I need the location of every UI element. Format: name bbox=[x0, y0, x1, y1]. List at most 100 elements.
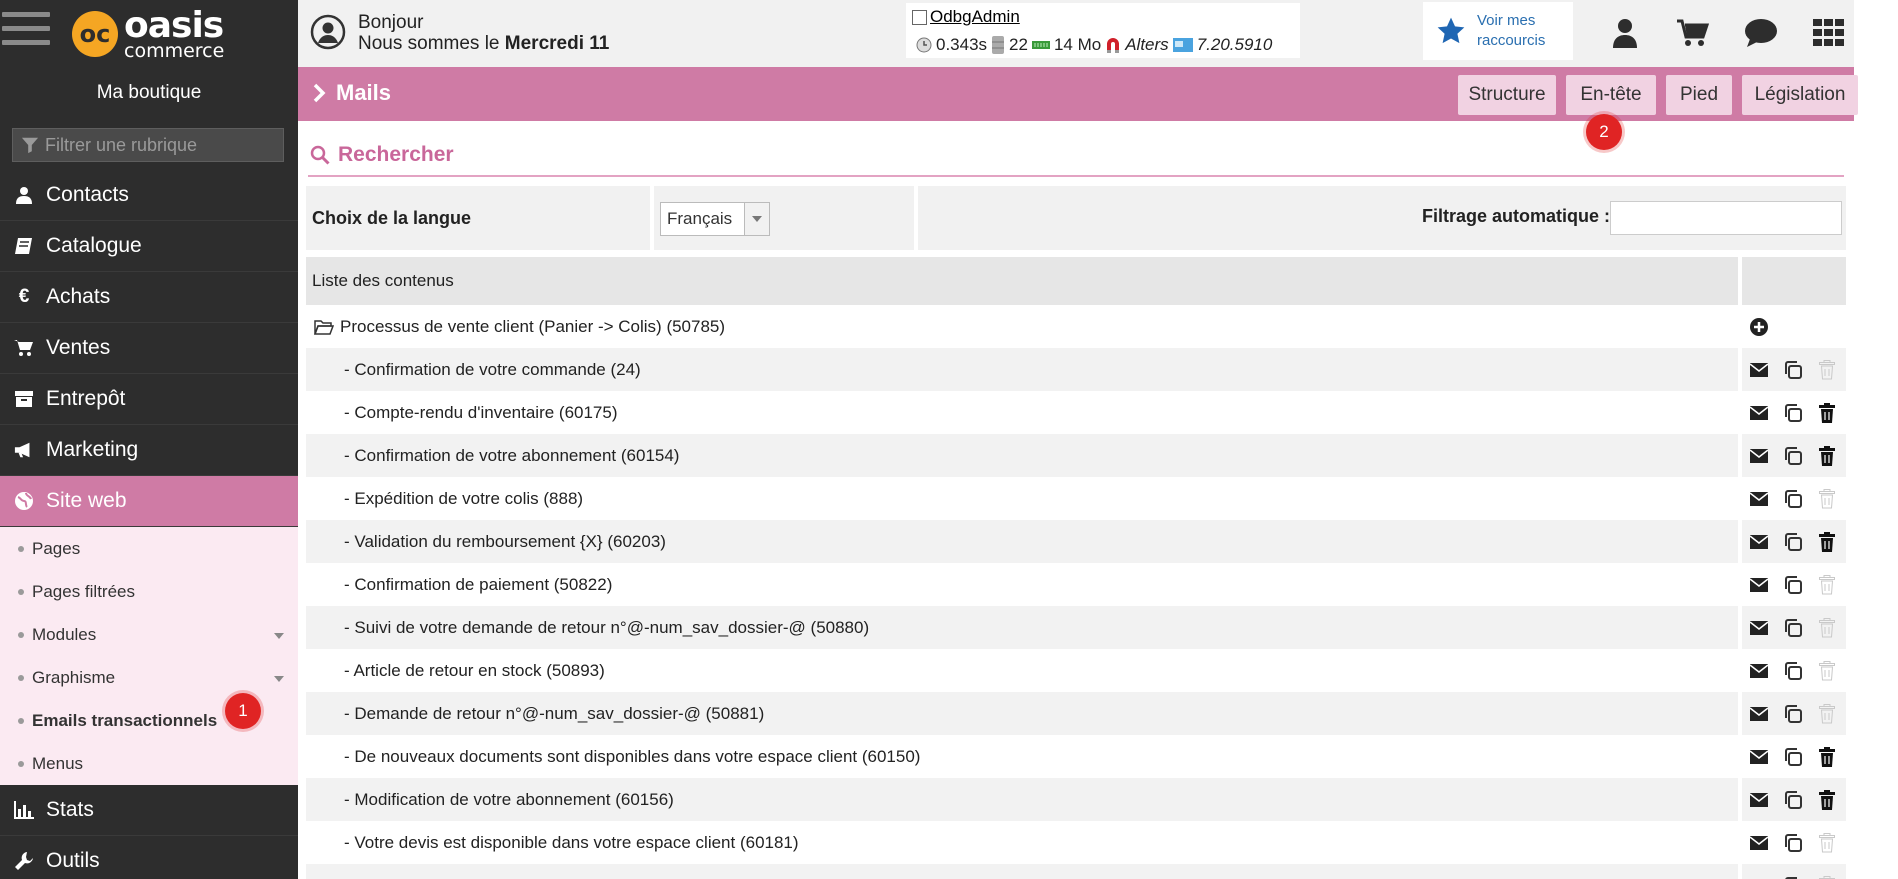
list-item[interactable]: - Expédition de votre colis (888) bbox=[306, 477, 1846, 520]
duplicate-icon[interactable] bbox=[1782, 445, 1804, 467]
sidebar-item-catalogue[interactable]: Catalogue bbox=[0, 221, 298, 272]
sidebar-item-achats[interactable]: € Achats bbox=[0, 272, 298, 323]
trash-icon[interactable] bbox=[1816, 789, 1838, 811]
page-header: Mails Structure En-tête Pied Législation bbox=[298, 67, 1858, 121]
debug-version: 7.20.5910 bbox=[1196, 35, 1273, 54]
submenu-item-modules[interactable]: Modules bbox=[0, 613, 298, 656]
duplicate-icon[interactable] bbox=[1782, 660, 1804, 682]
user-avatar-icon[interactable] bbox=[310, 14, 346, 50]
trash-icon[interactable] bbox=[1816, 445, 1838, 467]
list-item[interactable]: - Modification de votre abonnement (6015… bbox=[306, 778, 1846, 821]
sidebar-item-outils[interactable]: Outils bbox=[0, 836, 298, 879]
date-value: Mercredi 11 bbox=[504, 33, 610, 54]
list-item-label: - Compte-rendu d'inventaire (60175) bbox=[344, 402, 618, 422]
shortcuts-button[interactable]: Voir mes raccourcis bbox=[1423, 2, 1573, 60]
envelope-icon[interactable] bbox=[1748, 617, 1770, 639]
list-item[interactable]: - Article de retour en stock (50893) bbox=[306, 649, 1846, 692]
trash-icon bbox=[1816, 574, 1838, 596]
list-item[interactable]: - Confirmation de votre commande (24) bbox=[306, 348, 1846, 391]
sidebar-item-stats[interactable]: Stats bbox=[0, 785, 298, 836]
envelope-icon[interactable] bbox=[1748, 746, 1770, 768]
debug-memory: 14 Mo bbox=[1053, 35, 1102, 54]
duplicate-icon[interactable] bbox=[1782, 746, 1804, 768]
language-select[interactable]: Français bbox=[660, 202, 770, 236]
duplicate-icon[interactable] bbox=[1782, 617, 1804, 639]
list-item[interactable]: - Suivi de votre demande de retour n°@-n… bbox=[306, 606, 1846, 649]
duplicate-icon[interactable] bbox=[1782, 488, 1804, 510]
sidebar-item-entrep-t[interactable]: Entrepôt bbox=[0, 374, 298, 425]
logo[interactable]: oc oasis commerce bbox=[72, 6, 224, 62]
search-title[interactable]: Rechercher bbox=[338, 143, 454, 167]
list-item[interactable]: - Confirmation de paiement (50822) bbox=[306, 563, 1846, 606]
sidebar-item-contacts[interactable]: Contacts bbox=[0, 170, 298, 221]
bullet-icon bbox=[18, 717, 24, 724]
sidebar-item-label: Contacts bbox=[46, 183, 129, 206]
page-title: Mails bbox=[336, 80, 392, 105]
duplicate-icon[interactable] bbox=[1782, 875, 1804, 879]
list-item[interactable]: - De nouveaux documents sont disponibles… bbox=[306, 735, 1846, 778]
sidebar-item-site-web[interactable]: Site web bbox=[0, 476, 298, 527]
envelope-icon[interactable] bbox=[1748, 703, 1770, 725]
envelope-icon[interactable] bbox=[1748, 402, 1770, 424]
duplicate-icon[interactable] bbox=[1782, 359, 1804, 381]
list-item-label: - Validation du remboursement {X} (60203… bbox=[344, 531, 666, 551]
shop-name[interactable]: Ma boutique bbox=[0, 82, 298, 104]
envelope-icon[interactable] bbox=[1748, 445, 1770, 467]
memory-icon bbox=[1031, 41, 1050, 49]
submenu-item-graphisme[interactable]: Graphisme bbox=[0, 656, 298, 699]
auto-filter-input[interactable] bbox=[1610, 201, 1842, 235]
trash-icon[interactable] bbox=[1816, 402, 1838, 424]
envelope-icon[interactable] bbox=[1748, 531, 1770, 553]
cart-icon[interactable] bbox=[1676, 16, 1710, 50]
bullet-icon bbox=[18, 674, 24, 681]
list-group-row[interactable]: Processus de vente client (Panier -> Col… bbox=[306, 305, 1846, 348]
list-item[interactable]: - Compte-rendu d'inventaire (60175) bbox=[306, 391, 1846, 434]
debug-user-link[interactable]: OdbgAdmin bbox=[930, 7, 1020, 27]
envelope-icon[interactable] bbox=[1748, 359, 1770, 381]
add-circle-icon[interactable] bbox=[1748, 316, 1770, 338]
structure-button[interactable]: Structure bbox=[1458, 75, 1556, 115]
pied-button[interactable]: Pied bbox=[1666, 75, 1732, 115]
sidebar-item-label: Site web bbox=[46, 489, 127, 512]
duplicate-icon[interactable] bbox=[1782, 789, 1804, 811]
filter-icon bbox=[21, 137, 39, 154]
account-icon[interactable] bbox=[1608, 16, 1642, 50]
trash-icon bbox=[1816, 832, 1838, 854]
envelope-icon[interactable] bbox=[1748, 875, 1770, 879]
filter-input[interactable] bbox=[45, 134, 275, 156]
trash-icon bbox=[1816, 875, 1838, 879]
entete-button[interactable]: En-tête bbox=[1566, 75, 1656, 115]
trash-icon[interactable] bbox=[1816, 531, 1838, 553]
debug-checkbox[interactable] bbox=[912, 9, 927, 25]
list-item[interactable]: - Enregistrement d'un nouveau devis (601… bbox=[306, 864, 1846, 879]
trash-icon[interactable] bbox=[1816, 746, 1838, 768]
envelope-icon[interactable] bbox=[1748, 789, 1770, 811]
hamburger-menu-icon[interactable] bbox=[2, 12, 50, 52]
duplicate-icon[interactable] bbox=[1782, 402, 1804, 424]
chat-icon[interactable] bbox=[1744, 16, 1778, 50]
submenu-item-pages-filtr-es[interactable]: Pages filtrées bbox=[0, 570, 298, 613]
list-item[interactable]: - Demande de retour n°@-num_sav_dossier-… bbox=[306, 692, 1846, 735]
sidebar-item-marketing[interactable]: Marketing bbox=[0, 425, 298, 476]
bullhorn-icon bbox=[14, 440, 34, 460]
list-item[interactable]: - Votre devis est disponible dans votre … bbox=[306, 821, 1846, 864]
duplicate-icon[interactable] bbox=[1782, 531, 1804, 553]
submenu-item-pages[interactable]: Pages bbox=[0, 527, 298, 570]
sidebar-item-ventes[interactable]: Ventes bbox=[0, 323, 298, 374]
caret-down-icon[interactable] bbox=[274, 676, 284, 682]
apps-grid-icon[interactable] bbox=[1812, 16, 1846, 50]
duplicate-icon[interactable] bbox=[1782, 703, 1804, 725]
list-header: Liste des contenus bbox=[306, 257, 1846, 305]
duplicate-icon[interactable] bbox=[1782, 574, 1804, 596]
envelope-icon[interactable] bbox=[1748, 488, 1770, 510]
list-item[interactable]: - Confirmation de votre abonnement (6015… bbox=[306, 434, 1846, 477]
caret-down-icon[interactable] bbox=[274, 633, 284, 639]
submenu-item-menus[interactable]: Menus bbox=[0, 742, 298, 785]
list-header-actions bbox=[1742, 257, 1846, 305]
legislation-button[interactable]: Législation bbox=[1742, 75, 1858, 115]
list-item[interactable]: - Validation du remboursement {X} (60203… bbox=[306, 520, 1846, 563]
duplicate-icon[interactable] bbox=[1782, 832, 1804, 854]
envelope-icon[interactable] bbox=[1748, 832, 1770, 854]
envelope-icon[interactable] bbox=[1748, 574, 1770, 596]
envelope-icon[interactable] bbox=[1748, 660, 1770, 682]
